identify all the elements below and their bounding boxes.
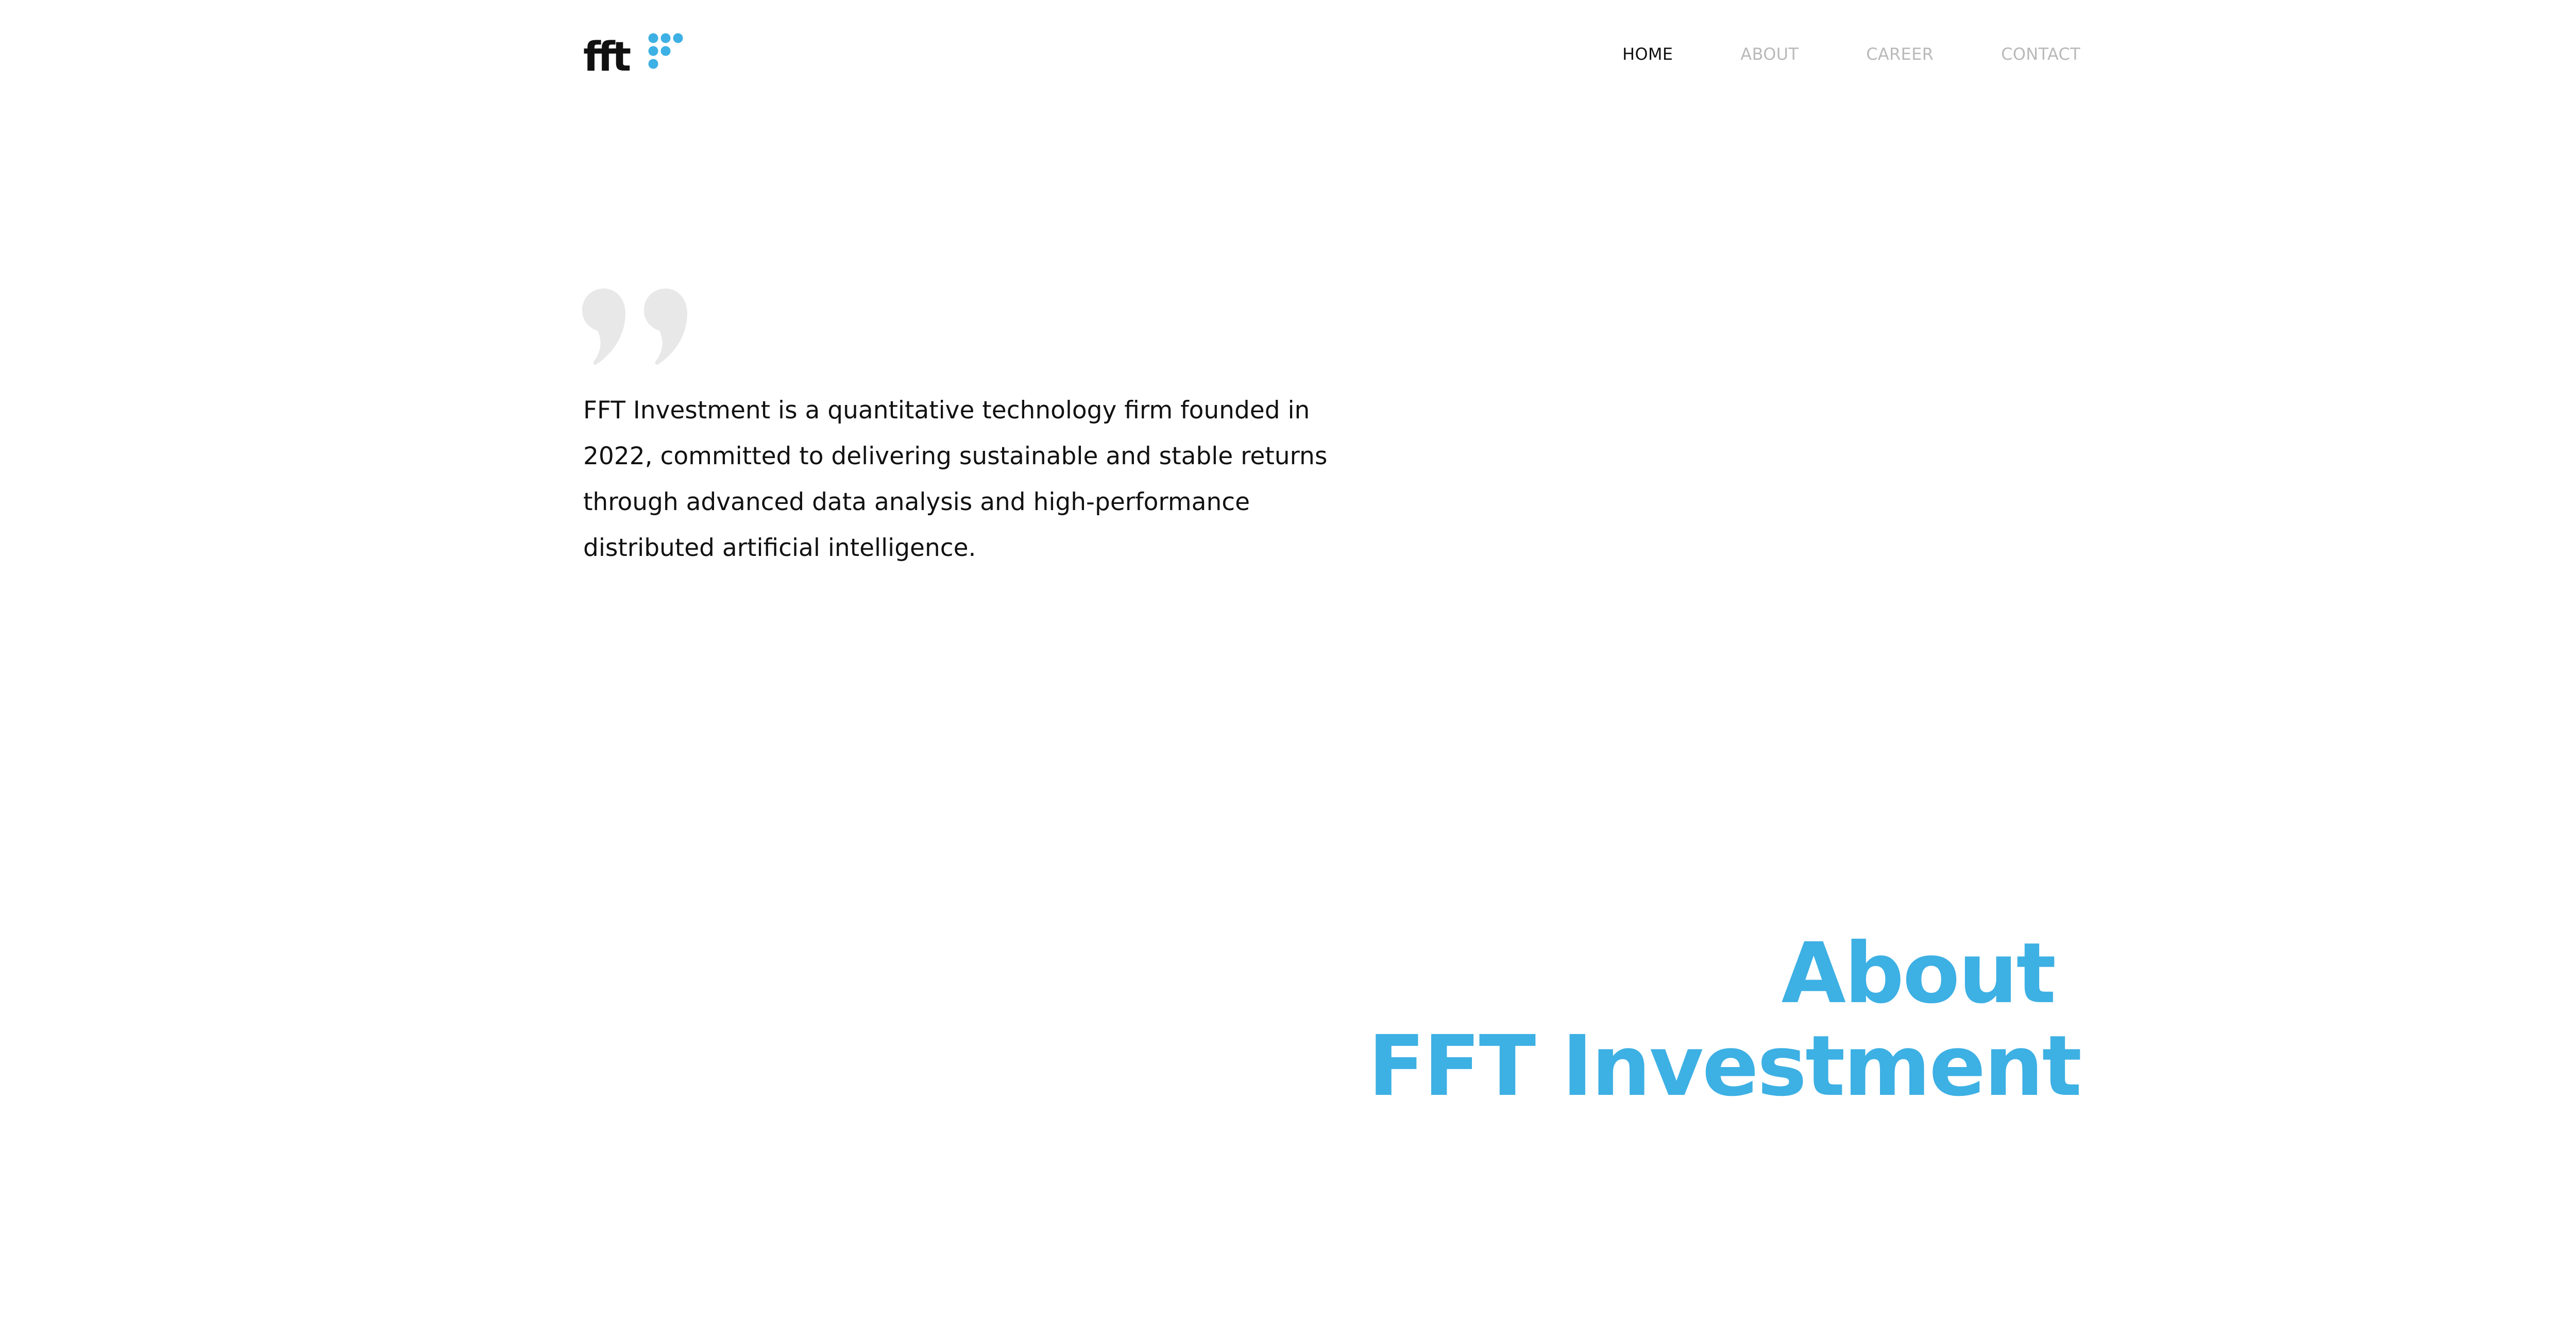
logo-dots-icon <box>648 33 683 69</box>
about-heading: About FFT Investment <box>1368 925 2082 1115</box>
about-heading-line2: FFT Investment <box>1368 1018 2082 1115</box>
intro-paragraph: FFT Investment is a quantitative technol… <box>583 396 1328 562</box>
nav-about-link[interactable]: ABOUT <box>1740 44 1799 64</box>
logo-wordmark: fft <box>583 34 631 74</box>
nav-career-link[interactable]: CAREER <box>1866 44 1934 64</box>
nav-contact-link[interactable]: CONTACT <box>2001 44 2080 64</box>
main-nav: HOME ABOUT CAREER CONTACT <box>1622 44 2080 64</box>
quote-icon <box>582 289 687 365</box>
fft-logo[interactable]: fft <box>583 32 689 74</box>
about-heading-line1: About <box>1781 925 2056 1022</box>
nav-home-link[interactable]: HOME <box>1622 44 1673 64</box>
